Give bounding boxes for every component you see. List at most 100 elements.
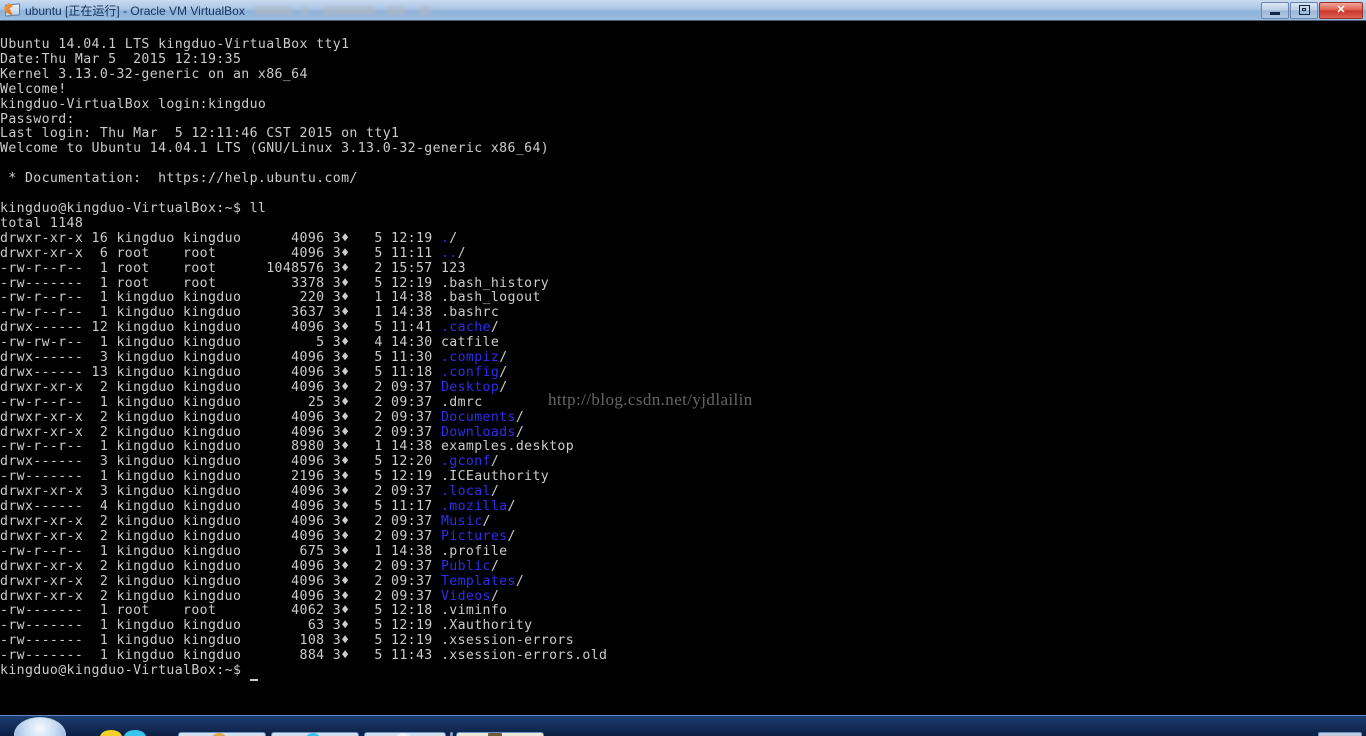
terminal-listing-row: -rw------- 1 kingduo kingduo 884 3♦ 5 11…: [0, 648, 608, 664]
terminal-line: Welcome to Ubuntu 14.04.1 LTS (GNU/Linux…: [0, 141, 550, 157]
terminal-listing-row: -rw-r--r-- 1 kingduo kingduo 220 3♦ 1 14…: [0, 290, 541, 306]
directory-slash: /: [515, 573, 525, 589]
file-name: .viminfo: [440, 603, 508, 619]
directory-slash: /: [507, 499, 516, 515]
minimize-button[interactable]: [1261, 1, 1289, 19]
terminal-listing-row: -rw------- 1 root root 4062 3♦ 5 12:18 .…: [0, 603, 508, 619]
terminal-listing-row: drwx------ 12 kingduo kingduo 4096 3♦ 5 …: [0, 320, 500, 336]
directory-slash: /: [490, 454, 500, 470]
directory-slash: /: [490, 320, 500, 336]
file-name: examples.desktop: [440, 439, 575, 455]
terminal-line: Welcome!: [0, 81, 67, 97]
directory-slash: /: [490, 484, 500, 500]
file-name: .bash_history: [440, 275, 550, 291]
terminal-listing-row: -rw-rw-r-- 1 kingduo kingduo 5 3♦ 4 14:3…: [0, 335, 500, 351]
directory-slash: /: [457, 245, 466, 261]
directory-name: Downloads: [440, 424, 516, 440]
close-button[interactable]: ✕: [1319, 1, 1363, 19]
file-name: .dmrc: [440, 394, 483, 410]
directory-slash: /: [490, 558, 500, 574]
terminal-line: * Documentation: https://help.ubuntu.com…: [0, 171, 358, 187]
taskbar-separator: [450, 732, 453, 736]
terminal-listing-row: drwxr-xr-x 6 root root 4096 3♦ 5 11:11 .…: [0, 245, 466, 261]
terminal-line: Password:: [0, 111, 75, 127]
terminal-listing-row: drwx------ 13 kingduo kingduo 4096 3♦ 5 …: [0, 364, 508, 380]
directory-slash: /: [482, 514, 491, 529]
terminal-line: Ubuntu 14.04.1 LTS kingduo-VirtualBox tt…: [0, 37, 350, 52]
directory-slash: /: [515, 409, 525, 425]
terminal-total-line: total 1148: [0, 215, 84, 231]
directory-slash: /: [499, 350, 508, 366]
file-name: .bash_logout: [440, 290, 541, 306]
minimize-icon: [1270, 11, 1280, 15]
quicklaunch-icons[interactable]: [100, 730, 146, 736]
terminal-listing-row: drwxr-xr-x 2 kingduo kingduo 4096 3♦ 2 0…: [0, 514, 491, 529]
start-button[interactable]: [14, 717, 66, 736]
redacted-title-region: [253, 3, 443, 18]
terminal-listing-row: drwx------ 3 kingduo kingduo 4096 3♦ 5 1…: [0, 350, 508, 366]
terminal-listing-row: -rw------- 1 kingduo kingduo 2196 3♦ 5 1…: [0, 469, 550, 485]
directory-name: Documents: [440, 409, 516, 425]
directory-name: Desktop: [440, 379, 500, 395]
terminal-listing-row: drwxr-xr-x 2 kingduo kingduo 4096 3♦ 2 0…: [0, 558, 500, 574]
terminal-listing-row: -rw------- 1 kingduo kingduo 63 3♦ 5 12:…: [0, 618, 533, 634]
quicklaunch-icon-2[interactable]: [124, 730, 146, 736]
terminal-screen[interactable]: Ubuntu 14.04.1 LTS kingduo-VirtualBox tt…: [0, 21, 1366, 715]
terminal-prompt-line: kingduo@kingduo-VirtualBox:~$ ll: [0, 200, 267, 216]
directory-slash: /: [515, 424, 525, 440]
terminal-listing-row: drwxr-xr-x 16 kingduo kingduo 4096 3♦ 5 …: [0, 230, 458, 246]
terminal-line: kingduo-VirtualBox login:kingduo: [0, 96, 267, 112]
close-icon: ✕: [1336, 3, 1346, 16]
directory-name: .local: [440, 484, 491, 500]
terminal-listing-row: drwx------ 3 kingduo kingduo 4096 3♦ 5 1…: [0, 454, 500, 470]
terminal-active-prompt: kingduo@kingduo-VirtualBox:~$: [0, 663, 607, 681]
terminal-listing-row: drwxr-xr-x 3 kingduo kingduo 4096 3♦ 2 0…: [0, 484, 500, 500]
terminal-listing-row: drwxr-xr-x 2 kingduo kingduo 4096 3♦ 2 0…: [0, 379, 508, 395]
terminal-listing-row: -rw-r--r-- 1 kingduo kingduo 675 3♦ 1 14…: [0, 543, 508, 559]
restore-button[interactable]: [1290, 1, 1318, 19]
window-controls: ✕: [1260, 1, 1363, 19]
file-name: .ICEauthority: [440, 469, 550, 485]
system-clock[interactable]: [1318, 732, 1362, 736]
terminal-listing-row: drwxr-xr-x 2 kingduo kingduo 4096 3♦ 2 0…: [0, 588, 500, 604]
terminal-listing-row: drwxr-xr-x 2 kingduo kingduo 4096 3♦ 2 0…: [0, 424, 525, 440]
directory-name: .gconf: [440, 454, 491, 470]
window-title: ubuntu [正在运行] - Oracle VM VirtualBox: [25, 3, 245, 18]
directory-name: ..: [440, 245, 458, 261]
terminal-listing-row: -rw------- 1 root root 3378 3♦ 5 12:19 .…: [0, 275, 550, 291]
directory-slash: /: [490, 588, 500, 604]
file-name: catfile: [440, 335, 500, 351]
directory-name: .config: [440, 364, 500, 380]
terminal-cursor: [249, 664, 258, 681]
terminal-line: Kernel 3.13.0-32-generic on an x86_64: [0, 66, 308, 82]
directory-name: Templates: [440, 573, 516, 589]
windows-taskbar: [0, 715, 1366, 736]
directory-slash: /: [499, 379, 508, 395]
file-name: .bashrc: [440, 305, 500, 321]
restore-icon: [1298, 5, 1310, 15]
file-name: .xsession-errors: [440, 633, 575, 649]
terminal-listing-row: -rw-r--r-- 1 kingduo kingduo 25 3♦ 2 09:…: [0, 394, 483, 410]
directory-name: .mozilla: [440, 499, 508, 515]
directory-slash: /: [507, 528, 516, 544]
file-name: .xsession-errors.old: [440, 648, 608, 664]
file-name: .profile: [440, 543, 508, 559]
terminal-listing-row: -rw-r--r-- 1 kingduo kingduo 8980 3♦ 1 1…: [0, 439, 575, 455]
directory-name: Videos: [440, 588, 491, 604]
window-titlebar: ubuntu [正在运行] - Oracle VM VirtualBox ✕: [0, 0, 1366, 21]
terminal-listing-row: -rw------- 1 kingduo kingduo 108 3♦ 5 12…: [0, 633, 575, 649]
terminal-listing-row: drwx------ 4 kingduo kingduo 4096 3♦ 5 1…: [0, 499, 516, 515]
directory-name: Public: [440, 558, 491, 574]
terminal-listing-row: -rw-r--r-- 1 kingduo kingduo 3637 3♦ 1 1…: [0, 305, 500, 321]
terminal-listing-row: -rw-r--r-- 1 root root 1048576 3♦ 2 15:5…: [0, 260, 466, 276]
file-name: 123: [440, 260, 466, 276]
terminal-line: Last login: Thu Mar 5 12:11:46 CST 2015 …: [0, 126, 400, 142]
file-name: .Xauthority: [440, 618, 533, 634]
virtualbox-icon: [4, 2, 20, 18]
terminal-listing-row: drwxr-xr-x 2 kingduo kingduo 4096 3♦ 2 0…: [0, 528, 516, 544]
quicklaunch-icon-1[interactable]: [100, 730, 122, 736]
directory-slash: /: [449, 230, 458, 246]
terminal-listing-row: drwxr-xr-x 2 kingduo kingduo 4096 3♦ 2 0…: [0, 409, 525, 425]
